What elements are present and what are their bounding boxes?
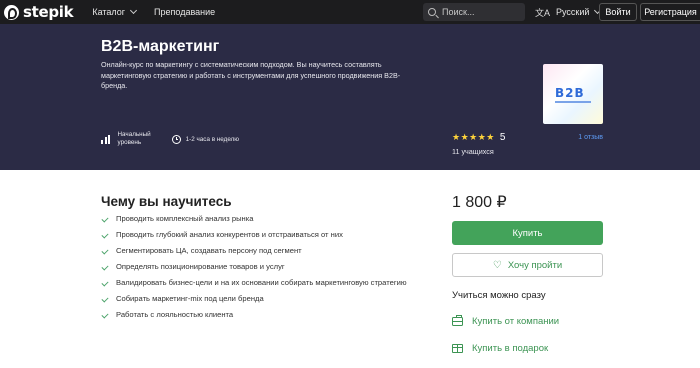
learn-item-text: Валидировать бизнес-цели и на их основан… (116, 278, 407, 287)
learn-item-text: Работать с лояльностью клиента (116, 310, 234, 319)
briefcase-icon (452, 314, 463, 326)
buy-as-gift-link[interactable]: Купить в подарок (452, 343, 548, 354)
language-label: Русский (556, 7, 590, 17)
catalog-menu[interactable]: Каталог (92, 6, 138, 17)
catalog-label: Каталог (92, 7, 126, 17)
wishlist-button[interactable]: ♡ Хочу пройти (452, 253, 603, 277)
translate-icon: 文A (535, 7, 551, 18)
learn-list: Проводить комплексный анализ рынка Прово… (101, 214, 431, 326)
logo-text: stepik (23, 3, 74, 21)
bars-level-icon (101, 134, 112, 144)
buy-button[interactable]: Купить (452, 221, 603, 245)
learn-item-text: Проводить комплексный анализ рынка (116, 214, 254, 223)
learn-item-text: Собирать маркетинг-mix под цели бренда (116, 294, 264, 303)
stepik-logo-icon (4, 4, 19, 20)
course-price: 1 800 ₽ (452, 194, 507, 211)
buy-company-label: Купить от компании (472, 316, 560, 327)
learn-item-text: Определять позиционирование товаров и ус… (116, 262, 285, 271)
course-description: Онлайн-курс по маркетингу с систематичес… (101, 60, 401, 90)
course-title: B2B-маркетинг (101, 38, 220, 55)
list-item: Проводить глубокий анализ конкурентов и … (101, 230, 431, 241)
gift-icon (452, 344, 463, 353)
search-box[interactable] (423, 3, 525, 21)
buy-gift-label: Купить в подарок (472, 343, 549, 354)
clock-icon (171, 134, 181, 144)
cover-underline (555, 101, 591, 103)
reviews-link[interactable]: 1 отзыв (565, 134, 603, 141)
level-line1: Начальный (117, 131, 151, 138)
wishlist-label: Хочу пройти (507, 259, 563, 271)
check-icon (101, 311, 109, 319)
search-icon (428, 8, 436, 16)
star-icon: ★★★★★ (452, 132, 495, 142)
course-rating: ★★★★★ 5 (452, 132, 505, 143)
course-cover-image: B2B (543, 64, 603, 124)
list-item: Работать с лояльностью клиента (101, 310, 431, 321)
chevron-down-icon (130, 6, 138, 15)
list-item: Сегментировать ЦА, создавать персону под… (101, 246, 431, 257)
check-icon (101, 279, 109, 287)
buy-from-company-link[interactable]: Купить от компании (452, 314, 560, 327)
list-item: Собирать маркетинг-mix под цели бренда (101, 294, 431, 305)
teach-label: Преподавание (154, 7, 216, 17)
language-selector[interactable]: 文A Русский (535, 0, 602, 24)
stepik-logo[interactable]: stepik (4, 3, 74, 21)
workload-text: 1-2 часа в неделю (185, 135, 240, 143)
list-item: Проводить комплексный анализ рынка (101, 214, 431, 225)
search-input[interactable] (442, 7, 522, 17)
check-icon (101, 295, 109, 303)
check-icon (101, 247, 109, 255)
list-item: Валидировать бизнес-цели и на их основан… (101, 278, 431, 289)
cover-logo: B2B (555, 86, 585, 100)
top-navbar: stepik Каталог Преподавание 文A Русский В… (0, 0, 700, 24)
learn-item-text: Проводить глубокий анализ конкурентов и … (116, 230, 343, 239)
teach-link[interactable]: Преподавание (154, 7, 215, 17)
learn-item-text: Сегментировать ЦА, создавать персону под… (116, 246, 302, 255)
level-line2: уровень (117, 139, 142, 146)
heart-icon: ♡ (492, 259, 502, 271)
register-button[interactable]: Регистрация (640, 3, 700, 21)
learn-now-title: Учиться можно сразу (452, 290, 546, 301)
login-button[interactable]: Войти (599, 3, 637, 21)
list-item: Определять позиционирование товаров и ус… (101, 262, 431, 273)
rating-value: 5 (499, 132, 506, 143)
check-icon (101, 263, 109, 271)
course-meta: Начальный уровень 1-2 часа в неделю (101, 131, 239, 147)
students-count: 11 учащихся (452, 147, 494, 156)
learn-section-title: Чему вы научитесь (101, 194, 232, 209)
check-icon (101, 231, 109, 239)
check-icon (101, 215, 109, 223)
level-text: Начальный уровень (118, 131, 151, 147)
